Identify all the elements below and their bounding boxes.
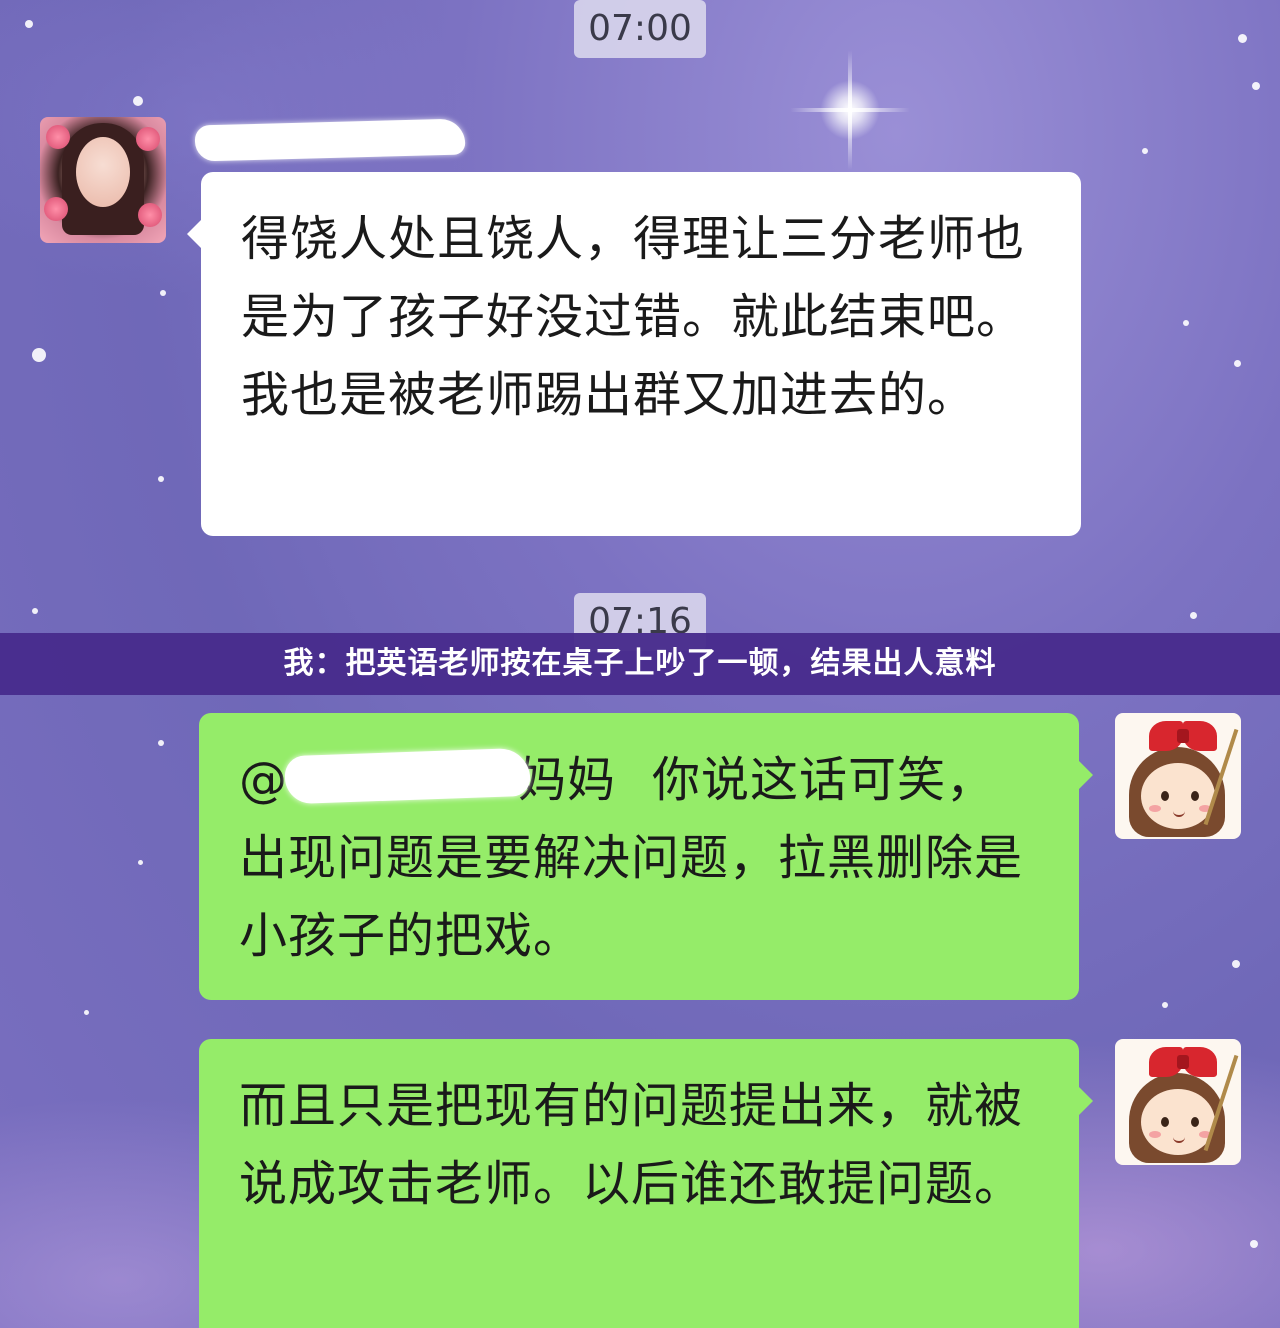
- mention-prefix: @: [239, 752, 288, 808]
- star-decoration: [32, 348, 46, 362]
- mention-suffix: 妈妈: [518, 752, 617, 808]
- contact-avatar[interactable]: [40, 117, 166, 243]
- star-decoration: [1250, 1240, 1258, 1248]
- star-decoration: [32, 608, 38, 614]
- star-decoration: [1162, 1002, 1168, 1008]
- star-decoration: [1232, 960, 1240, 968]
- star-decoration: [25, 20, 33, 28]
- caption-banner: 我：把英语老师按在桌子上吵了一顿，结果出人意料: [0, 633, 1280, 695]
- message-text: 得饶人处且饶人，得理让三分老师也是为了孩子好没过错。就此结束吧。我也是被老师踢出…: [241, 211, 1026, 423]
- message-text: 而且只是把现有的问题提出来，就被说成攻击老师。以后谁还敢提问题。: [239, 1078, 1024, 1212]
- star-decoration: [1252, 82, 1260, 90]
- sparkle-star: [790, 50, 910, 170]
- self-avatar[interactable]: [1115, 713, 1241, 839]
- timestamp-pill: 07:00: [574, 0, 706, 58]
- star-decoration: [1183, 320, 1189, 326]
- star-decoration: [160, 290, 166, 296]
- star-decoration: [158, 476, 164, 482]
- star-decoration: [1234, 360, 1241, 367]
- star-decoration: [1238, 34, 1247, 43]
- star-decoration: [138, 860, 143, 865]
- star-decoration: [84, 1010, 89, 1015]
- star-decoration: [1190, 612, 1197, 619]
- redacted-sender-name: [194, 118, 466, 162]
- incoming-message-bubble[interactable]: 得饶人处且饶人，得理让三分老师也是为了孩子好没过错。就此结束吧。我也是被老师踢出…: [187, 172, 1081, 536]
- redacted-mention-name: [284, 747, 531, 805]
- self-avatar[interactable]: [1115, 1039, 1241, 1165]
- outgoing-message-bubble[interactable]: 而且只是把现有的问题提出来，就被说成攻击老师。以后谁还敢提问题。: [199, 1039, 1093, 1328]
- star-decoration: [1142, 148, 1148, 154]
- star-decoration: [158, 740, 164, 746]
- star-decoration: [133, 96, 143, 106]
